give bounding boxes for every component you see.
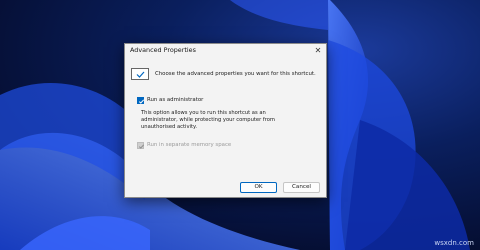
ok-button[interactable]: OK: [240, 182, 277, 193]
intro-text: Choose the advanced properties you want …: [155, 71, 316, 77]
close-button[interactable]: ✕: [312, 45, 324, 57]
cancel-button[interactable]: Cancel: [283, 182, 320, 193]
run-as-admin-description: This option allows you to run this short…: [141, 110, 275, 130]
run-as-admin-label[interactable]: Run as administrator: [147, 97, 203, 103]
dialog-title: Advanced Properties: [130, 46, 196, 54]
title-bar[interactable]: Advanced Properties ✕: [125, 44, 326, 58]
advanced-properties-dialog: Advanced Properties ✕ Choose the advance…: [124, 43, 327, 198]
run-as-admin-checkbox[interactable]: [137, 97, 145, 104]
separate-memory-checkbox: [137, 142, 145, 149]
separate-memory-label: Run in separate memory space: [147, 142, 232, 148]
watermark: wsxdn.com: [434, 239, 474, 247]
shortcut-checkmark-icon: [131, 68, 149, 80]
close-icon: ✕: [314, 46, 322, 55]
